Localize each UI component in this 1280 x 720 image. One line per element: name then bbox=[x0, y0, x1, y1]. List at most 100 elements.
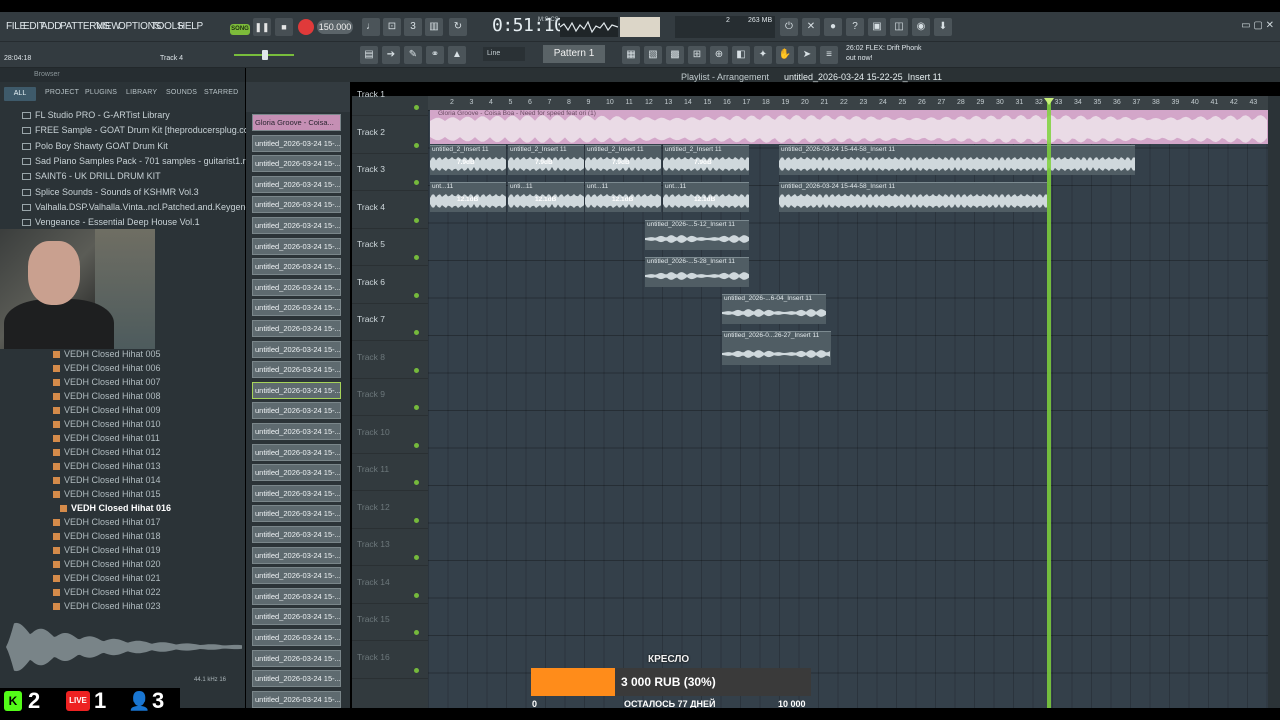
audio-clip[interactable]: untitled_2026-...5-28_Insert 11 bbox=[645, 257, 749, 287]
picker-clip[interactable]: untitled_2026-03-24 15-... bbox=[252, 484, 341, 502]
browser-sample[interactable]: VEDH Closed Hihat 006 bbox=[53, 363, 161, 373]
help-icon[interactable]: ? bbox=[846, 18, 864, 36]
arrow-icon[interactable]: ➔ bbox=[382, 46, 400, 64]
power-icon[interactable]: ⏻ bbox=[780, 18, 798, 36]
tab-all[interactable]: ALL bbox=[4, 87, 36, 101]
window-controls[interactable]: ▭ ▢ ✕ bbox=[1241, 20, 1274, 31]
playhead-marker[interactable] bbox=[1044, 98, 1054, 105]
track-mute-led[interactable] bbox=[414, 592, 419, 598]
news-panel[interactable]: 26:02 FLEX: Drift Phonk out now! bbox=[846, 44, 921, 64]
browser-sample[interactable]: VEDH Closed Hihat 019 bbox=[53, 545, 161, 555]
track-header[interactable]: Track 2 bbox=[352, 117, 428, 154]
audio-clip-track-1[interactable]: Gloria Groove - Coisa Boa - Need for spe… bbox=[430, 110, 1268, 144]
countdown-icon[interactable]: 3 bbox=[404, 18, 422, 36]
track-header[interactable]: Track 4 bbox=[352, 192, 428, 229]
playlist-icon[interactable]: ▦ bbox=[622, 46, 640, 64]
snap-select[interactable]: Line bbox=[483, 47, 525, 61]
chat-icon[interactable]: ◉ bbox=[912, 18, 930, 36]
news-icon[interactable]: ≡ bbox=[820, 46, 838, 64]
plugin-db-icon[interactable]: ✦ bbox=[754, 46, 772, 64]
metronome-icon[interactable]: ♩ bbox=[362, 18, 380, 36]
record-button[interactable] bbox=[298, 19, 314, 35]
song-mode-toggle[interactable]: SONG bbox=[230, 24, 250, 35]
piano-roll-icon[interactable]: ▧ bbox=[644, 46, 662, 64]
touch-icon[interactable]: ✋ bbox=[776, 46, 794, 64]
picker-clip[interactable]: untitled_2026-03-24 15-... bbox=[252, 670, 341, 688]
track-header[interactable]: Track 6 bbox=[352, 267, 428, 304]
mic-icon[interactable]: ● bbox=[824, 18, 842, 36]
channel-rack-icon[interactable]: ▩ bbox=[666, 46, 684, 64]
output-icon[interactable]: ➤ bbox=[798, 46, 816, 64]
picker-clip[interactable]: untitled_2026-03-24 15-... bbox=[252, 237, 341, 255]
audio-clip[interactable]: untitled_2_Insert 11 7.9dB bbox=[663, 145, 749, 175]
picker-clip[interactable]: untitled_2026-03-24 15-... bbox=[252, 381, 341, 399]
picker-clip[interactable]: untitled_2026-03-24 15-... bbox=[252, 217, 341, 234]
step-edit-icon[interactable]: ▥ bbox=[425, 18, 443, 36]
browser-folder[interactable]: Valhalla.DSP.Valhalla.Vinta..ncl.Patched… bbox=[22, 202, 266, 212]
track-mute-led[interactable] bbox=[414, 480, 419, 485]
audio-clip[interactable]: untitled_2026-...6-04_Insert 11 bbox=[722, 294, 826, 324]
audio-clip[interactable]: untitled_2026-...5-12_Insert 11 bbox=[645, 220, 749, 250]
link-icon[interactable]: ⚭ bbox=[426, 46, 444, 64]
browser-sample[interactable]: VEDH Closed Hihat 017 bbox=[53, 517, 161, 527]
track-mute-led[interactable] bbox=[414, 630, 419, 635]
plugin-picker-icon[interactable]: ⊕ bbox=[710, 46, 728, 64]
stamp-icon[interactable]: ▲ bbox=[448, 46, 466, 64]
picker-clip[interactable]: untitled_2026-03-24 15-... bbox=[252, 649, 341, 667]
audio-clip[interactable]: untitled_2026-03-24 15-44-58_Insert 11 bbox=[779, 145, 1135, 175]
plugin-icon[interactable]: ◫ bbox=[890, 18, 908, 36]
browser-folder[interactable]: FL Studio PRO - G-ARTist Library bbox=[22, 110, 170, 120]
tab-sounds[interactable]: SOUNDS bbox=[166, 89, 197, 96]
piano-icon[interactable]: ▤ bbox=[360, 46, 378, 64]
picker-clip[interactable]: untitled_2026-03-24 15-... bbox=[252, 402, 341, 420]
track-mute-led[interactable] bbox=[414, 405, 419, 410]
browser-sample[interactable]: VEDH Closed Hihat 005 bbox=[53, 349, 161, 359]
track-mute-led[interactable] bbox=[414, 367, 419, 373]
track-header[interactable]: Track 8 bbox=[352, 342, 428, 379]
track-mute-led[interactable] bbox=[414, 330, 419, 335]
mixer-view-icon[interactable]: ⊞ bbox=[688, 46, 706, 64]
picker-clip[interactable]: Gloria Groove - Coisa... bbox=[252, 114, 341, 131]
browser-folder[interactable]: Polo Boy Shawty GOAT Drum Kit bbox=[22, 141, 168, 151]
tab-project[interactable]: PROJECT bbox=[45, 89, 79, 96]
track-header[interactable]: Track 3 bbox=[352, 154, 428, 191]
picker-clip[interactable]: untitled_2026-03-24 15-... bbox=[252, 258, 341, 276]
browser-sample[interactable]: VEDH Closed Hihat 016 bbox=[60, 503, 171, 513]
picker-clip[interactable]: untitled_2026-03-24 15-... bbox=[252, 567, 341, 585]
browser-icon[interactable]: ◧ bbox=[732, 46, 750, 64]
track-header[interactable]: Track 13 bbox=[352, 529, 428, 566]
picker-clip[interactable]: untitled_2026-03-24 15-... bbox=[252, 505, 341, 523]
browser-folder[interactable]: Vengeance - Essential Deep House Vol.1 bbox=[22, 217, 200, 227]
track-header[interactable]: Track 1 bbox=[352, 79, 428, 116]
picker-clip[interactable]: untitled_2026-03-24 15-... bbox=[252, 196, 341, 214]
browser-sample[interactable]: VEDH Closed Hihat 022 bbox=[53, 587, 161, 597]
audio-clip[interactable]: untitled_2026-0...26-27_Insert 11 bbox=[722, 331, 831, 365]
playhead[interactable] bbox=[1047, 100, 1051, 708]
track-mute-led[interactable] bbox=[414, 217, 419, 223]
picker-clip[interactable]: untitled_2026-03-24 15-... bbox=[252, 629, 341, 646]
play-button[interactable]: ❚❚ bbox=[253, 18, 271, 36]
vertical-scrollbar[interactable] bbox=[1268, 96, 1280, 708]
picker-clip[interactable]: untitled_2026-03-24 15-... bbox=[252, 134, 341, 152]
track-mute-led[interactable] bbox=[414, 180, 419, 185]
picker-clip[interactable]: untitled_2026-03-24 15-... bbox=[252, 608, 341, 626]
browser-sample[interactable]: VEDH Closed Hihat 007 bbox=[53, 377, 161, 387]
stop-button[interactable]: ■ bbox=[275, 18, 293, 36]
download-icon[interactable]: ⬇ bbox=[934, 18, 952, 36]
track-mute-led[interactable] bbox=[414, 142, 419, 148]
track-header[interactable]: Track 10 bbox=[352, 417, 428, 454]
picker-clip[interactable]: untitled_2026-03-24 15-... bbox=[252, 464, 341, 482]
track-header[interactable]: Track 12 bbox=[352, 492, 428, 529]
picker-clip[interactable]: untitled_2026-03-24 15-... bbox=[252, 175, 341, 193]
track-header[interactable]: Track 15 bbox=[352, 604, 428, 641]
track-header[interactable]: Track 16 bbox=[352, 642, 428, 679]
pattern-selector[interactable]: Pattern 1 bbox=[543, 45, 605, 63]
track-header[interactable]: Track 9 bbox=[352, 379, 428, 416]
browser-sample[interactable]: VEDH Closed Hihat 023 bbox=[53, 601, 161, 611]
browser-sample[interactable]: VEDH Closed Hihat 014 bbox=[53, 475, 161, 485]
browser-folder[interactable]: SAINT6 - UK DRILL DRUM KIT bbox=[22, 171, 161, 181]
browser-sample[interactable]: VEDH Closed Hihat 015 bbox=[53, 489, 161, 499]
browser-sample[interactable]: VEDH Closed Hihat 020 bbox=[53, 559, 161, 569]
track-mute-led[interactable] bbox=[414, 255, 419, 260]
audio-clip[interactable]: untitled_2026-03-24 15-44-58_Insert 11 bbox=[779, 182, 1047, 212]
